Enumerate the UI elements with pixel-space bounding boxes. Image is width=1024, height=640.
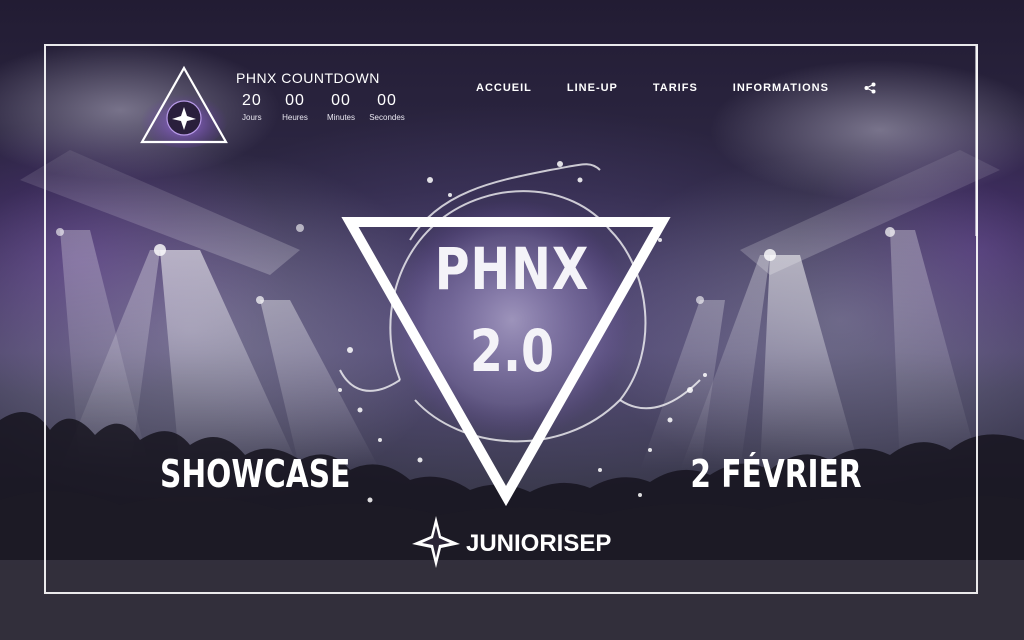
countdown-days: 20 Jours [236, 92, 272, 122]
hero-title: PHNX [434, 235, 590, 303]
countdown-hours-value: 00 [285, 92, 305, 109]
sponsor-logo[interactable]: JUNIORISEP [410, 514, 611, 570]
showcase-label: SHOWCASE [160, 452, 351, 496]
countdown-seconds: 00 Secondes [364, 92, 410, 122]
share-icon[interactable] [864, 82, 876, 94]
hero-version: 2.0 [469, 317, 555, 385]
nav-item-accueil[interactable]: ACCUEIL [476, 82, 532, 94]
countdown-days-label: Jours [242, 113, 262, 122]
countdown-timer: 20 Jours 00 Heures 00 Minutes 00 Seconde… [236, 92, 410, 122]
countdown-title: PHNX COUNTDOWN [236, 70, 380, 86]
countdown-seconds-label: Secondes [369, 113, 405, 122]
nav-item-line-up[interactable]: LINE-UP [567, 82, 618, 94]
nav-item-informations[interactable]: INFORMATIONS [733, 82, 829, 94]
countdown-days-value: 20 [242, 92, 262, 109]
countdown-minutes: 00 Minutes [318, 92, 364, 122]
juniorisep-icon [412, 516, 460, 568]
countdown-seconds-value: 00 [377, 92, 397, 109]
sponsor-name: JUNIORISEP [466, 530, 612, 557]
main-nav: ACCUEIL LINE-UP TARIFS INFORMATIONS [476, 82, 876, 94]
countdown-hours-label: Heures [282, 113, 308, 122]
hero-background: PHNX COUNTDOWN 20 Jours 00 Heures 00 Min… [0, 0, 1024, 640]
countdown-minutes-label: Minutes [326, 113, 355, 122]
countdown-hours: 00 Heures [272, 92, 318, 122]
nav-item-tarifs[interactable]: TARIFS [653, 82, 698, 94]
phnx-logo-icon[interactable] [138, 64, 230, 148]
countdown-minutes-value: 00 [331, 92, 351, 109]
scrollbar[interactable] [975, 46, 978, 236]
event-date: 2 FÉVRIER [690, 452, 862, 496]
